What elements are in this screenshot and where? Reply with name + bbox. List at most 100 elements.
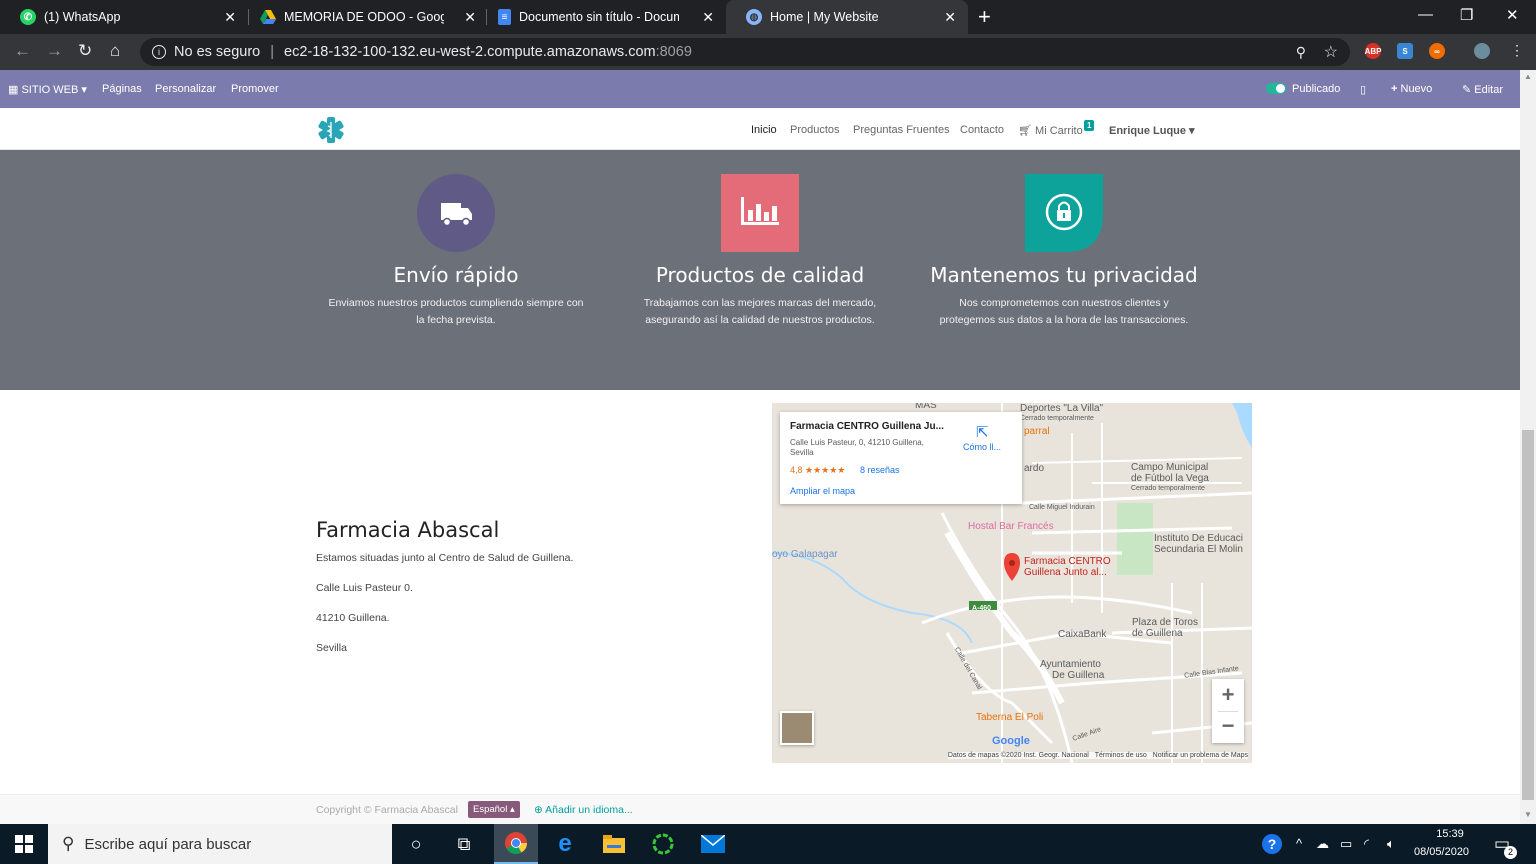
wifi-icon[interactable]: ◜ — [1364, 836, 1369, 852]
profile-avatar[interactable] — [1474, 43, 1490, 59]
directions-icon[interactable]: ⇱ — [976, 423, 989, 441]
bookmark-star-icon[interactable]: ☆ — [1324, 42, 1338, 62]
close-tab-icon[interactable]: ✕ — [224, 9, 236, 26]
adblock-icon[interactable]: ABP — [1365, 43, 1381, 59]
zoom-controls: + − — [1212, 679, 1244, 743]
cart-count-badge: 1 — [1084, 120, 1095, 131]
tab-title: Documento sin título - Documen — [519, 10, 679, 24]
address-bar[interactable]: i No es seguro | ec2-18-132-100-132.eu-w… — [140, 38, 1350, 66]
cart-icon: 🛒︎ — [1018, 125, 1032, 137]
reviews-link[interactable]: 8 reseñas — [860, 465, 900, 475]
cortana-icon[interactable]: ○ — [404, 832, 428, 856]
info-icon[interactable]: i — [152, 45, 166, 59]
zoom-in-button[interactable]: + — [1212, 679, 1244, 711]
customize-menu[interactable]: Personalizar — [155, 83, 216, 95]
onedrive-icon[interactable]: ☁ — [1316, 836, 1329, 852]
tab-google-drive[interactable]: MEMORIA DE ODOO - Google D ✕ — [240, 0, 488, 34]
zoom-out-button[interactable]: − — [1212, 711, 1244, 743]
reload-icon[interactable]: ↻ — [78, 41, 92, 61]
forward-icon[interactable]: → — [46, 41, 63, 61]
clock-time[interactable]: 15:39 — [1430, 828, 1470, 840]
map-label: de Guillena — [1132, 628, 1183, 639]
nav-inicio[interactable]: Inicio — [751, 124, 777, 136]
map-label: Ayuntamiento — [1040, 659, 1101, 670]
nav-cart[interactable]: 🛒︎ Mi Carrito — [1018, 124, 1083, 137]
extension-s-icon[interactable]: S — [1397, 43, 1413, 59]
lock-icon — [1025, 174, 1103, 252]
close-tab-icon[interactable]: ✕ — [464, 9, 476, 26]
enlarge-map-link[interactable]: Ampliar el mapa — [790, 486, 855, 496]
promote-menu[interactable]: Promover — [231, 83, 279, 95]
close-window-icon[interactable]: ✕ — [1506, 6, 1519, 24]
new-button[interactable]: + Nuevo — [1391, 83, 1432, 95]
file-explorer-icon[interactable] — [602, 832, 626, 856]
extension-infinity-icon[interactable]: ∞ — [1429, 43, 1445, 59]
site-menu[interactable]: ▦ SITIO WEB ▾ — [8, 83, 87, 96]
task-view-icon[interactable]: ⧉ — [452, 832, 476, 856]
edge-icon[interactable]: e — [553, 830, 577, 857]
tab-google-docs[interactable]: ≡ Documento sin título - Documen ✕ — [478, 0, 726, 34]
tab-whatsapp[interactable]: ✆ (1) WhatsApp ✕ — [0, 0, 248, 34]
nav-productos[interactable]: Productos — [790, 124, 840, 136]
page-scrollbar[interactable]: ▲ ▼ — [1520, 70, 1536, 824]
clock-date[interactable]: 08/05/2020 — [1414, 846, 1469, 858]
map-label: Cerrado temporalmente — [1131, 485, 1205, 492]
edit-button[interactable]: ✎ Editar — [1462, 83, 1503, 96]
notification-count: 2 — [1504, 846, 1517, 859]
map-label: parral — [1024, 426, 1050, 437]
close-tab-icon[interactable]: ✕ — [944, 9, 956, 26]
report-link[interactable]: Notificar un problema de Maps — [1153, 752, 1248, 759]
close-tab-icon[interactable]: ✕ — [702, 9, 714, 26]
terms-link[interactable]: Términos de uso — [1095, 752, 1147, 759]
app-circle-icon[interactable] — [651, 832, 675, 856]
restore-icon[interactable]: ❐ — [1460, 6, 1473, 24]
google-logo: Google — [992, 735, 1030, 747]
features-section: Envío rápido Enviamos nuestros productos… — [0, 150, 1520, 390]
user-menu[interactable]: Enrique Luque ▾ — [1109, 124, 1195, 137]
new-tab-button[interactable]: + — [978, 4, 991, 30]
scrollbar-thumb[interactable] — [1522, 430, 1534, 800]
copyright: Copyright © Farmacia Abascal — [316, 804, 458, 816]
globe-icon: ◍ — [746, 9, 762, 25]
back-icon[interactable]: ← — [14, 41, 31, 61]
add-language-link[interactable]: ⊕ Añadir un idioma... — [534, 804, 633, 816]
feature-text: Enviamos nuestros productos cumpliendo s… — [328, 297, 584, 326]
chrome-taskbar-icon[interactable] — [494, 824, 538, 864]
contact-line: Sevilla — [316, 642, 347, 654]
help-icon[interactable]: ? — [1260, 832, 1284, 856]
windows-start-icon[interactable] — [12, 832, 36, 856]
taskbar-search[interactable]: ⚲ Escribe aquí para buscar — [48, 824, 392, 864]
map-label: Taberna El Poli — [976, 712, 1044, 723]
language-selector[interactable]: Español ▴ — [468, 801, 520, 818]
tab-home-my-website[interactable]: ◍ Home | My Website ✕ — [726, 0, 968, 34]
mobile-preview-icon[interactable]: ▯ — [1360, 83, 1366, 96]
feature-text: Nos comprometemos con nuestros clientes … — [939, 297, 1189, 326]
pharmacy-logo[interactable] — [316, 116, 346, 144]
home-icon[interactable]: ⌂ — [110, 41, 120, 61]
mail-icon[interactable] — [701, 832, 725, 856]
search-placeholder: Escribe aquí para buscar — [84, 835, 252, 853]
contact-section: Farmacia Abascal Estamos situadas junto … — [0, 390, 1520, 794]
pages-menu[interactable]: Páginas — [102, 83, 142, 95]
truck-icon — [417, 174, 495, 252]
place-name: Farmacia CENTRO Guillena Ju... — [790, 421, 944, 432]
chrome-menu-icon[interactable]: ⋮ — [1510, 42, 1524, 59]
browser-tab-strip: ✆ (1) WhatsApp ✕ MEMORIA DE ODOO - Googl… — [0, 0, 1536, 34]
minimize-icon[interactable]: — — [1418, 6, 1433, 23]
security-label: No es seguro — [174, 44, 261, 60]
map-label: oyo Galapagar — [772, 549, 838, 560]
map-label: Campo Municipal — [1131, 462, 1209, 473]
published-toggle[interactable] — [1266, 83, 1286, 94]
directions-link[interactable]: Cómo ll... — [963, 442, 1001, 452]
volume-icon[interactable]: 🔈︎ — [1387, 836, 1395, 852]
map-pin-label: Guillena Junto al... — [1024, 567, 1107, 578]
satellite-toggle[interactable] — [780, 711, 814, 745]
contact-line: Calle Luis Pasteur 0. — [316, 582, 413, 594]
chevron-up-icon[interactable]: ^ — [1296, 836, 1302, 851]
nav-preguntas[interactable]: Preguntas Fruentes — [853, 124, 950, 136]
google-map[interactable]: A-460 MAS Deportes "La Villa" Cerrado te… — [772, 403, 1252, 763]
published-label: Publicado — [1292, 83, 1341, 95]
battery-icon[interactable]: ▭ — [1340, 836, 1352, 852]
nav-contacto[interactable]: Contacto — [960, 124, 1004, 136]
zoom-icon[interactable]: ⚲ — [1296, 44, 1306, 61]
